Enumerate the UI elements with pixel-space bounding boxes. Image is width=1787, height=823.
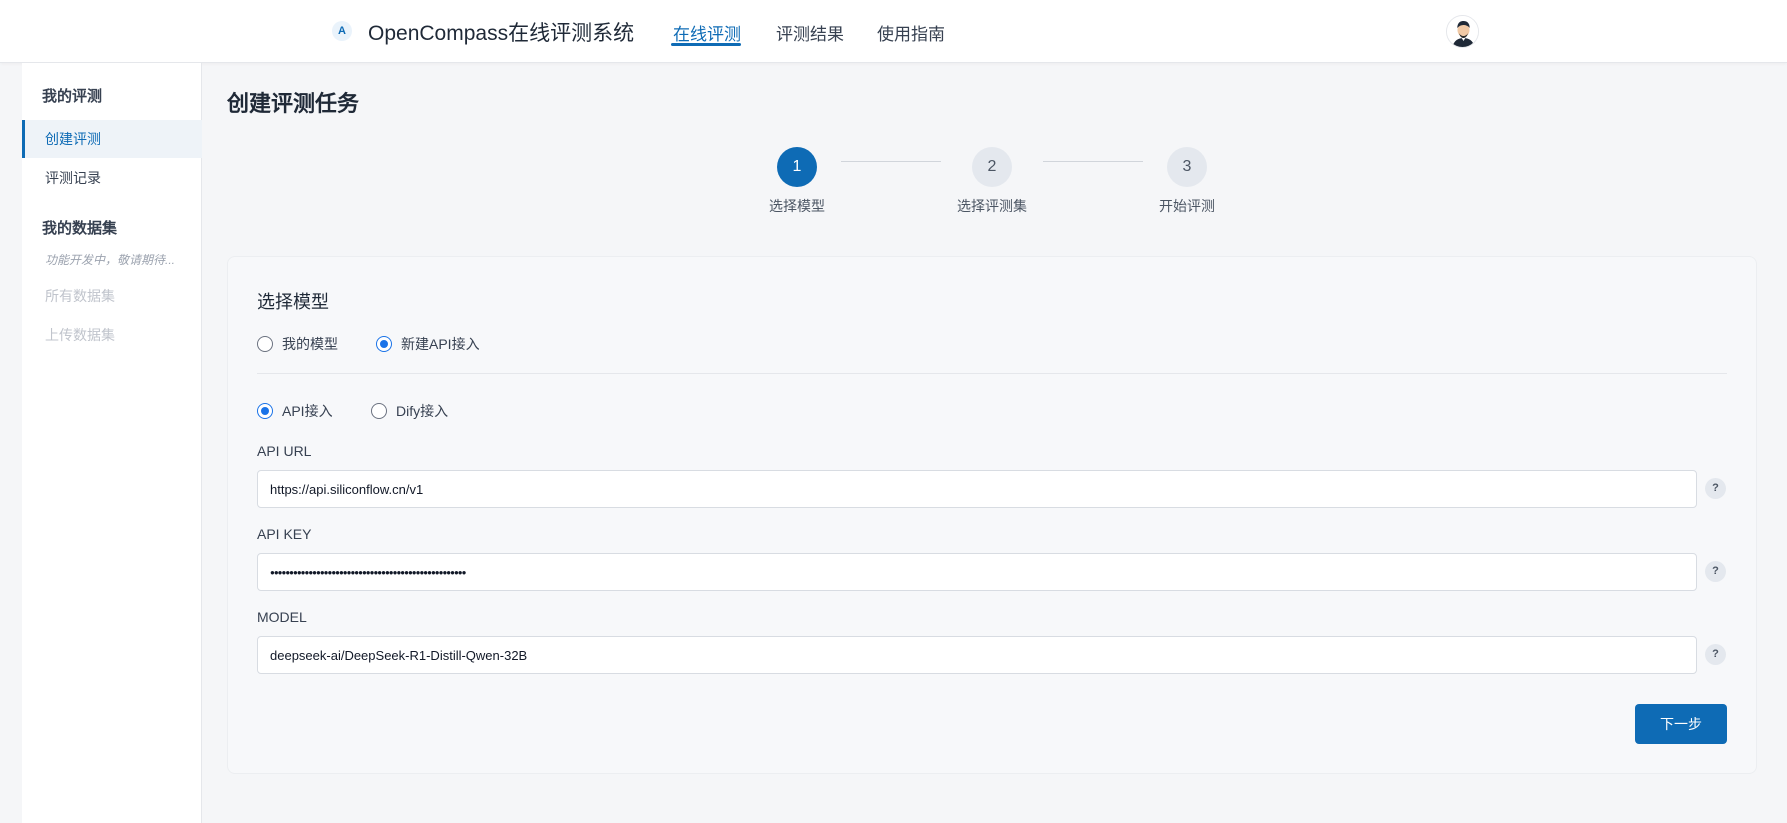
sidebar-item-all-datasets: 所有数据集 [45,288,115,304]
opencompass-logo-icon: A [332,21,352,41]
sidebar-item-evaluation-records[interactable]: 评测记录 [22,159,202,197]
step-2-label: 选择评测集 [957,198,1027,214]
model-label: MODEL [257,609,307,625]
app-title: OpenCompass在线评测系统 [368,22,635,45]
step-3-label: 开始评测 [1159,198,1215,214]
step-connector-2 [1043,161,1143,162]
sidebar-section-my-datasets: 我的数据集 [42,220,118,237]
page-title: 创建评测任务 [227,91,360,116]
step-connector-1 [841,161,941,162]
api-key-help-icon[interactable]: ? [1705,561,1726,582]
radio-unchecked-icon[interactable] [371,403,387,419]
next-step-button[interactable]: 下一步 [1635,704,1727,744]
nav-tab-user-guide[interactable]: 使用指南 [877,20,945,45]
sidebar-item-create-evaluation[interactable]: 创建评测 [22,120,202,158]
model-input[interactable] [257,636,1697,674]
radio-my-models[interactable]: 我的模型 [257,334,338,354]
radio-dify-access[interactable]: Dify接入 [371,401,448,421]
radio-new-api-access[interactable]: 新建API接入 [376,334,480,354]
user-avatar-icon[interactable] [1446,15,1479,48]
api-key-label: API KEY [257,526,312,542]
api-key-input[interactable] [257,553,1697,591]
step-1-circle: 1 [777,147,817,187]
avatar-portrait-icon [1447,16,1478,47]
nav-tab-evaluation-results[interactable]: 评测结果 [776,20,844,45]
radio-unchecked-icon[interactable] [257,336,273,352]
panel-title: 选择模型 [257,292,329,312]
sidebar: 我的评测 创建评测 评测记录 我的数据集 功能开发中，敬请期待... 所有数据集… [22,63,202,823]
top-navigation-bar: A OpenCompass在线评测系统 在线评测 评测结果 使用指南 [0,0,1787,63]
radio-label: API接入 [282,403,333,419]
radio-checked-icon[interactable] [257,403,273,419]
radio-label: 新建API接入 [401,336,480,352]
radio-api-access[interactable]: API接入 [257,401,333,421]
step-2-circle: 2 [972,147,1012,187]
step-1-label: 选择模型 [769,198,825,214]
radio-label: 我的模型 [282,336,338,352]
step-3-circle: 3 [1167,147,1207,187]
api-url-input[interactable] [257,470,1697,508]
api-url-help-icon[interactable]: ? [1705,478,1726,499]
api-url-label: API URL [257,443,312,459]
sidebar-item-upload-dataset: 上传数据集 [45,327,115,343]
model-help-icon[interactable]: ? [1705,644,1726,665]
sidebar-section-my-evaluations: 我的评测 [42,88,103,105]
radio-checked-icon[interactable] [376,336,392,352]
nav-tab-online-evaluation[interactable]: 在线评测 [673,20,741,45]
radio-label: Dify接入 [396,403,449,419]
active-nav-underline [671,43,741,46]
sidebar-dev-note: 功能开发中，敬请期待... [45,253,176,267]
panel-divider [257,373,1727,374]
